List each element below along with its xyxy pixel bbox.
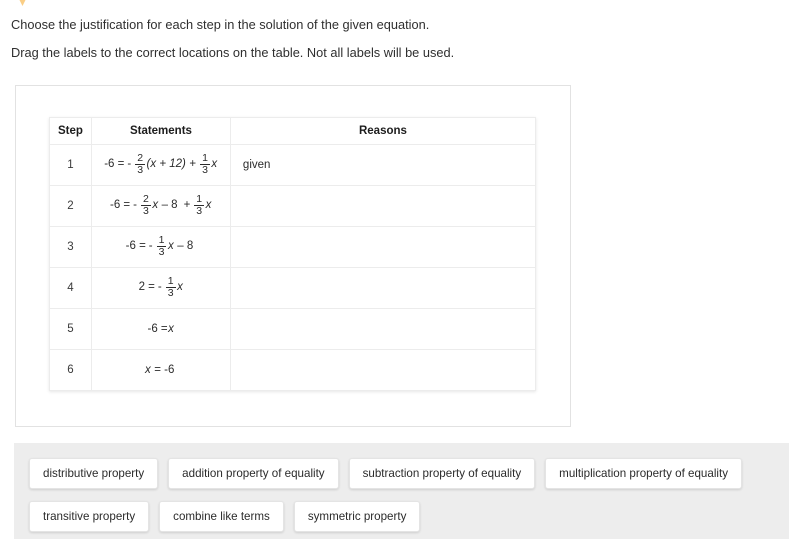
cell-statement: x = -6 (90, 349, 231, 391)
expr-lead: -6 = (147, 322, 168, 335)
fraction-denominator: 3 (194, 205, 205, 217)
expr-tail: x (211, 158, 218, 171)
expr-minus: – 8 (161, 199, 178, 212)
proof-table: Step Statements Reasons 1 -6 = - 2 3 (x … (49, 117, 537, 391)
fraction: 2 3 (135, 151, 146, 176)
fraction-denominator: 3 (200, 164, 210, 176)
label-chip-symmetric-property[interactable]: symmetric property (293, 501, 421, 533)
label-chip-subtraction-property-of-equality[interactable]: subtraction property of equality (348, 458, 536, 490)
table-row: 5 -6 = x (49, 308, 537, 350)
table-row: 3 -6 = - 1 3 x – 8 (49, 226, 537, 268)
fraction: 2 3 (140, 192, 151, 217)
cell-step: 6 (49, 349, 92, 391)
instructions: Choose the justification for each step i… (11, 16, 771, 73)
cell-reason-dropzone[interactable] (229, 267, 537, 309)
table-row: 1 -6 = - 2 3 (x + 12) + 1 3 x given (49, 144, 537, 186)
cell-step: 5 (49, 308, 92, 350)
fraction: 1 3 (194, 192, 205, 217)
label-chip-row-2: transitive property combine like terms s… (29, 501, 421, 533)
table-body: 1 -6 = - 2 3 (x + 12) + 1 3 x given 2 -6… (49, 144, 537, 391)
expr-tail: x (205, 199, 212, 212)
fraction-numerator: 1 (158, 233, 165, 246)
cell-reason-dropzone[interactable] (229, 349, 537, 391)
cell-reason-dropzone[interactable] (229, 185, 537, 227)
expr-mid: x (168, 322, 174, 335)
expr-tail: = -6 (154, 363, 175, 376)
cell-statement: -6 = - 1 3 x – 8 (90, 226, 231, 268)
fraction: 1 3 (156, 233, 167, 258)
fraction-numerator: 2 (142, 192, 149, 205)
statement-expression: 2 = - 1 3 x (138, 274, 184, 299)
label-chip-multiplication-property-of-equality[interactable]: multiplication property of equality (545, 458, 742, 490)
fraction: 1 3 (200, 151, 210, 176)
fraction-denominator: 3 (135, 164, 146, 176)
expr-sign: - (133, 199, 137, 212)
expr-lead: -6 = (125, 240, 146, 253)
label-tray: distributive property addition property … (14, 443, 789, 539)
expr-mid: x (177, 281, 183, 294)
cell-step: 3 (49, 226, 92, 268)
expr-plus: + (183, 199, 191, 212)
cursor-marker-icon (16, 0, 29, 6)
expr-sign: - (148, 240, 153, 253)
label-chip-row-1: distributive property addition property … (29, 458, 742, 490)
statement-expression: -6 = x (147, 322, 175, 336)
cell-step: 1 (49, 144, 92, 186)
fraction-numerator: 1 (196, 192, 203, 205)
fraction-denominator: 3 (156, 246, 167, 258)
statement-expression: -6 = - 2 3 x – 8 + 1 3 x (110, 192, 212, 217)
cell-statement: -6 = x (90, 308, 231, 350)
header-step: Step (49, 117, 92, 145)
table-row: 2 -6 = - 2 3 x – 8 + 1 3 x (49, 185, 537, 227)
cell-reason-dropzone[interactable] (229, 308, 537, 350)
cell-reason-dropzone[interactable]: given (229, 144, 537, 186)
cell-statement: -6 = - 2 3 (x + 12) + 1 3 x (90, 144, 231, 186)
expr-mid: (x + 12) (146, 158, 186, 171)
expr-sign: - (127, 158, 132, 171)
table-row: 4 2 = - 1 3 x (49, 267, 537, 309)
table-card: Step Statements Reasons 1 -6 = - 2 3 (x … (15, 85, 571, 427)
cell-statement: 2 = - 1 3 x (90, 267, 231, 309)
expr-mid: x (145, 363, 151, 376)
cell-step: 2 (49, 185, 92, 227)
instruction-line-1: Choose the justification for each step i… (11, 17, 430, 32)
table-header: Step Statements Reasons (49, 117, 537, 145)
expr-lead: -6 = (104, 158, 125, 171)
instruction-line-2: Drag the labels to the correct locations… (11, 45, 455, 61)
cell-reason-dropzone[interactable] (229, 226, 537, 268)
expr-lead: -6 = (110, 199, 131, 212)
statement-expression: -6 = - 1 3 x – 8 (125, 233, 197, 258)
label-chip-addition-property-of-equality[interactable]: addition property of equality (168, 458, 339, 490)
table-row: 6 x = -6 (49, 349, 537, 391)
expr-mid: x (167, 240, 174, 253)
expr-lead: 2 = (138, 281, 155, 294)
fraction-denominator: 3 (140, 205, 151, 217)
fraction-numerator: 1 (202, 151, 208, 164)
expr-sign: - (157, 281, 162, 294)
cell-step: 4 (49, 267, 92, 309)
header-row: Step Statements Reasons (49, 117, 537, 145)
fraction-numerator: 1 (167, 274, 174, 287)
label-chip-distributive-property[interactable]: distributive property (29, 458, 159, 490)
fraction-numerator: 2 (137, 151, 144, 164)
question-page: Choose the justification for each step i… (0, 0, 799, 545)
fraction-denominator: 3 (165, 287, 176, 299)
statement-expression: x = -6 (145, 363, 178, 377)
statement-expression: -6 = - 2 3 (x + 12) + 1 3 x (104, 151, 218, 176)
header-statements: Statements (90, 117, 231, 145)
fraction: 1 3 (165, 274, 176, 299)
label-chip-combine-like-terms[interactable]: combine like terms (159, 501, 284, 533)
cell-statement: -6 = - 2 3 x – 8 + 1 3 x (90, 185, 231, 227)
header-reasons: Reasons (229, 117, 537, 145)
expr-minus: – 8 (177, 240, 194, 253)
expr-mid: x (152, 199, 159, 212)
expr-plus: + (189, 158, 197, 171)
label-chip-transitive-property[interactable]: transitive property (29, 501, 150, 533)
